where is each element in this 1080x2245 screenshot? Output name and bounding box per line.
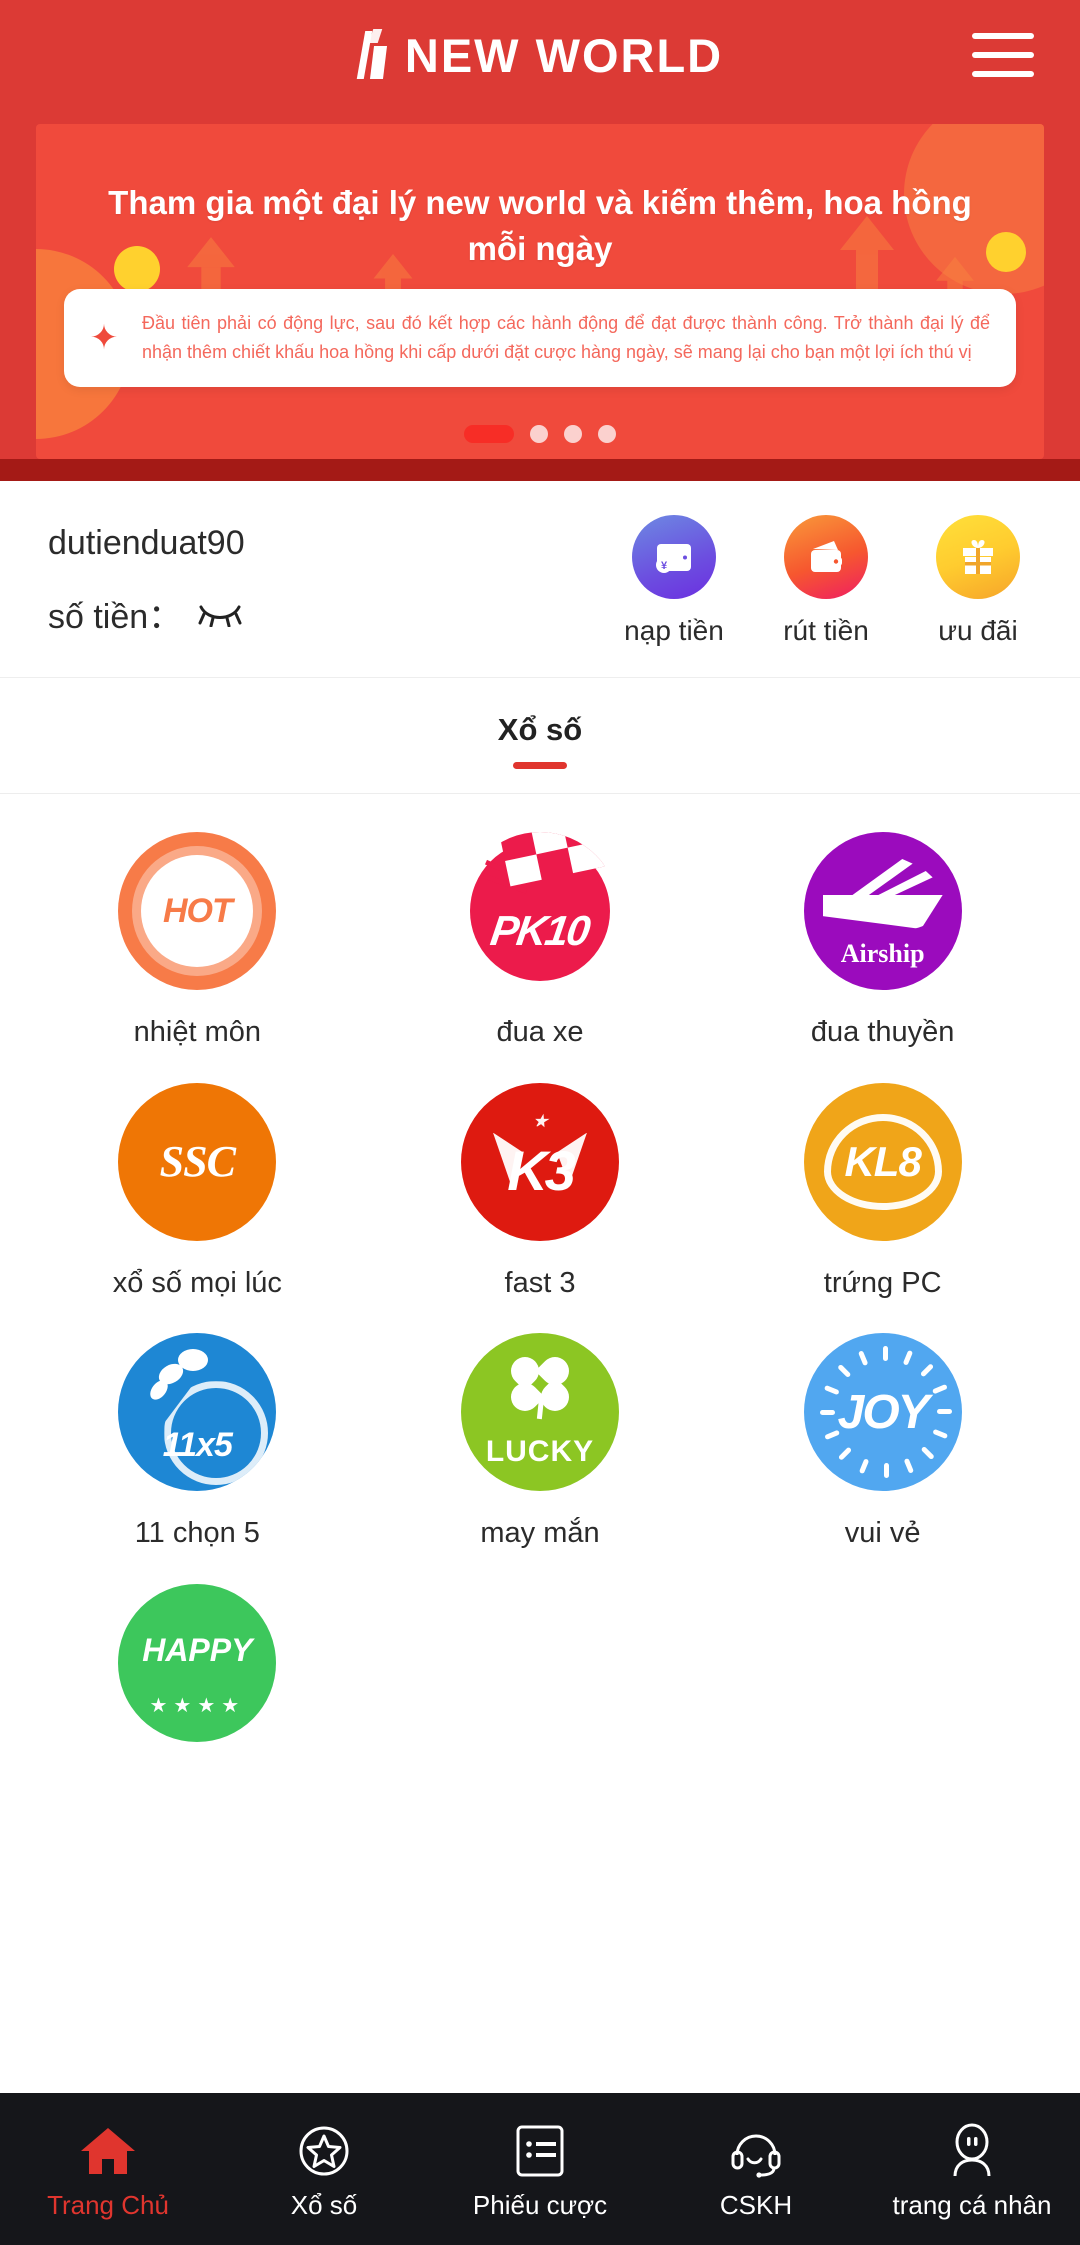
eleven-x-five-icon: 11x5 <box>118 1333 277 1492</box>
tab-home[interactable]: Trang Chủ <box>0 2120 216 2218</box>
bottom-navigation: Trang Chủ Xổ số Phiếu cược CSKH trang cá… <box>0 2093 1080 2245</box>
person-icon <box>864 2120 1080 2182</box>
game-tile-happy[interactable]: HAPPY ★★★★ <box>26 1583 369 1794</box>
tab-label: trang cá nhân <box>892 2190 1052 2220</box>
promotion-button[interactable]: ưu đãi <box>926 515 1030 647</box>
deposit-label: nạp tiền <box>624 615 724 646</box>
game-grid: HOT nhiệt môn PK10 đua xe Airship đua th… <box>0 794 1080 1794</box>
carousel-dot-1[interactable] <box>464 425 514 443</box>
game-tile-airship[interactable]: Airship đua thuyền <box>711 832 1054 1083</box>
ssc-icon: SSC <box>118 1082 277 1241</box>
withdraw-label: rút tiền <box>783 615 869 646</box>
tab-label: CSKH <box>719 2190 793 2220</box>
banner-info-card: ✦ Đầu tiên phải có động lực, sau đó kết … <box>64 289 1016 388</box>
game-tile-joy[interactable]: JOY vui vẻ <box>711 1333 1054 1584</box>
game-label: đua xe <box>496 1016 584 1048</box>
hot-badge: HOT <box>162 891 233 930</box>
balance-label: số tiền： <box>48 598 183 636</box>
joy-icon: JOY <box>803 1333 962 1492</box>
deposit-button[interactable]: ¥ nạp tiền <box>622 515 726 647</box>
game-tile-pk10[interactable]: PK10 đua xe <box>369 832 712 1083</box>
carousel-dots[interactable] <box>36 425 1044 443</box>
account-username: dutienduat90 <box>48 524 245 562</box>
account-actions: ¥ nạp tiền rút tiền ưu đãi <box>622 515 1040 647</box>
ssc-badge: SSC <box>159 1137 236 1187</box>
account-info: dutienduat90 số tiền： <box>48 524 622 638</box>
new-world-logo-icon <box>356 29 391 81</box>
kl8-icon: KL8 <box>803 1082 962 1241</box>
happy-icon: HAPPY ★★★★ <box>118 1583 277 1742</box>
airship-icon: Airship <box>803 832 962 990</box>
eye-off-icon[interactable] <box>198 601 242 627</box>
home-icon <box>0 2120 216 2182</box>
hamburger-menu-icon[interactable] <box>972 33 1034 77</box>
tab-bets[interactable]: Phiếu cược <box>432 2120 648 2218</box>
k3-badge: K3 <box>507 1139 576 1203</box>
section-title: Xổ số <box>497 712 583 747</box>
game-tile-k3[interactable]: ⭑ K3 fast 3 <box>369 1082 712 1334</box>
game-label: 11 chọn 5 <box>134 1517 260 1550</box>
pk10-icon: PK10 <box>460 832 619 990</box>
svg-text:¥: ¥ <box>661 560 668 572</box>
account-balance-row: số tiền： <box>48 589 622 638</box>
lucky-clover-icon: LUCKY <box>460 1333 619 1492</box>
pk10-badge: PK10 <box>488 907 592 954</box>
tab-profile[interactable]: trang cá nhân <box>864 2120 1080 2218</box>
gift-icon <box>936 515 1020 599</box>
happy-badge: HAPPY <box>142 1631 253 1668</box>
star-circle-icon <box>216 2120 432 2182</box>
tab-label: Phiếu cược <box>472 2190 608 2220</box>
game-label: vui vẻ <box>844 1517 921 1550</box>
carousel-dot-4[interactable] <box>598 425 616 443</box>
tab-lottery[interactable]: Xổ số <box>216 2120 432 2218</box>
game-tile-11x5[interactable]: 11x5 11 chọn 5 <box>26 1333 369 1584</box>
carousel-dot-2[interactable] <box>530 425 548 443</box>
wallet-deposit-icon: ¥ <box>632 515 716 599</box>
section-underline <box>513 762 567 769</box>
promotion-label: ưu đãi <box>938 615 1018 646</box>
game-label: nhiệt môn <box>133 1016 261 1048</box>
carousel-dot-3[interactable] <box>564 425 582 443</box>
tab-label: Trang Chủ <box>47 2190 169 2220</box>
banner-carousel[interactable]: Tham gia một đại lý new world và kiếm th… <box>0 110 1080 459</box>
game-label: fast 3 <box>504 1266 576 1299</box>
account-summary: dutienduat90 số tiền： ¥ nạp tiền rút tiề… <box>0 481 1080 678</box>
game-tile-kl8[interactable]: KL8 trứng PC <box>711 1082 1054 1334</box>
game-label: xổ số mọi lúc <box>112 1266 282 1299</box>
k3-icon: ⭑ K3 <box>460 1082 619 1241</box>
withdraw-button[interactable]: rút tiền <box>774 515 878 647</box>
airship-badge: Airship <box>840 939 925 968</box>
banner-card-text: Đầu tiên phải có động lực, sau đó kết hợ… <box>142 313 990 363</box>
brand-title: NEW WORLD <box>404 28 724 82</box>
game-label: trứng PC <box>823 1266 942 1299</box>
app-header: NEW WORLD <box>0 0 1080 110</box>
headset-icon <box>648 2120 864 2182</box>
tab-label: Xổ số <box>290 2190 358 2220</box>
banner-bottom-strip <box>0 459 1080 481</box>
game-label: đua thuyền <box>810 1016 955 1048</box>
tab-support[interactable]: CSKH <box>648 2120 864 2218</box>
lucky-badge: LUCKY <box>485 1435 595 1469</box>
game-tile-lucky[interactable]: LUCKY may mắn <box>369 1333 712 1584</box>
bet-list-icon <box>432 2120 648 2182</box>
banner-headline: Tham gia một đại lý new world và kiếm th… <box>108 184 972 267</box>
hot-flame-icon: HOT <box>118 832 277 990</box>
star-icon: ✦ <box>89 319 119 358</box>
game-label: may mắn <box>480 1517 600 1550</box>
banner-slide[interactable]: Tham gia một đại lý new world và kiếm th… <box>36 124 1044 459</box>
brand: NEW WORLD <box>356 28 724 82</box>
game-tile-ssc[interactable]: SSC xổ số mọi lúc <box>26 1082 369 1334</box>
happy-stars-icon: ★★★★ <box>149 1694 246 1717</box>
wallet-withdraw-icon <box>784 515 868 599</box>
section-header-lottery: Xổ số <box>0 678 1080 794</box>
game-tile-hot[interactable]: HOT nhiệt môn <box>26 832 369 1083</box>
11x5-badge: 11x5 <box>162 1426 233 1465</box>
